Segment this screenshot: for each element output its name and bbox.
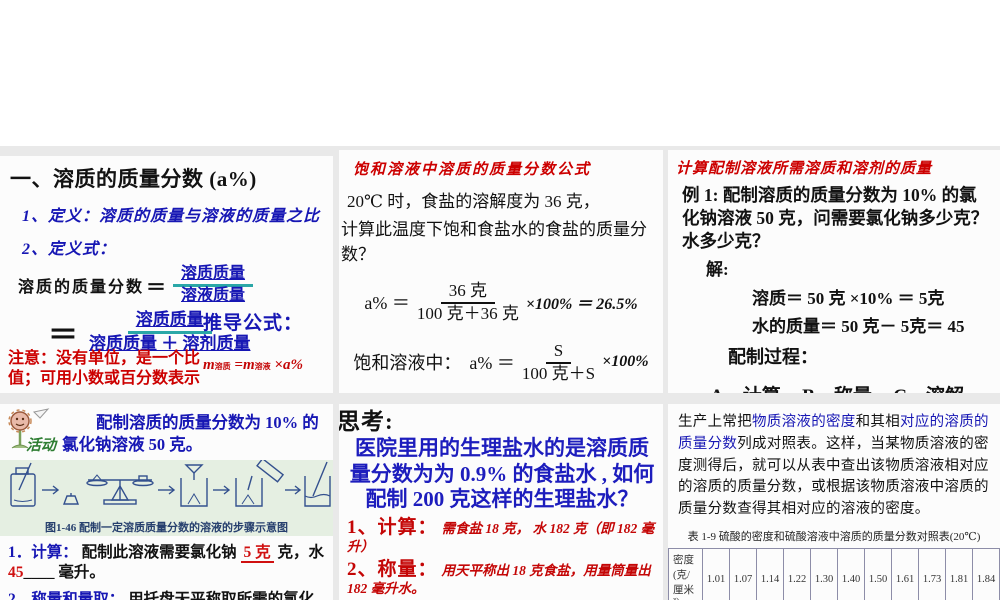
fraction-numerator: S (545, 341, 572, 364)
table-cell: 1.30 (810, 547, 838, 600)
slide-sorter-page: 一、溶质的质量分数 (a%) 1、定义：溶质的质量与溶液的质量之比 2、定义式：… (0, 0, 1000, 600)
equals-sign: ＝ (146, 276, 167, 299)
fraction-s-over-100-plus-s: S 100 克＋S (522, 341, 595, 383)
subscript-solution: 溶液 (254, 362, 271, 371)
think-steps: 1、计算： 需食盐 18 克， 水 182 克（即 182 毫升） 2、称量： … (347, 517, 661, 600)
activity-badge-label: 活动 (26, 438, 57, 454)
table-cell: 1.14 (756, 547, 784, 600)
fraction-numerator: 溶质质量 (173, 265, 254, 288)
formula-prefix: 饱和溶液中： (353, 353, 462, 374)
equals-sign: ＝ (48, 318, 78, 352)
step-dissolve: C、溶解 (893, 381, 964, 393)
problem-line-2: 计算此温度下饱和食盐水的食盐的质量分数？ (341, 220, 647, 264)
formula-rhs: ×100% ＝ 26.5% (525, 296, 638, 314)
m-symbol: m (242, 357, 255, 373)
solve-label: 解: (706, 260, 729, 280)
slide-saturated-formula[interactable]: 饱和溶液中溶质的质量分数公式 20℃ 时，食盐的溶解度为 36 克， 计算此温度… (339, 150, 663, 393)
table-cell: 1.22 (783, 547, 811, 600)
fraction-numerator: 溶质质量 (127, 310, 212, 334)
equals-sign: = (234, 357, 243, 373)
think-header: 思考: (339, 409, 394, 434)
fraction-denominator: 溶液质量 (181, 287, 246, 305)
think-step-2: 2、称量： 用天平称出 18 克食盐，用量筒量出 182 毫升水。 (347, 559, 661, 598)
worked-formula: a% ＝ 36 克 100 克＋36 克 ×100% ＝ 26.5% (339, 281, 663, 323)
table-cell: 1.40 (837, 547, 865, 600)
definition-formula-line: 2、定义式： (22, 241, 117, 258)
paragraph-text: 生产上常把 (678, 414, 752, 430)
slide-activity[interactable]: 活动 配制溶质的质量分数为 10% 的氯化钠溶液 50 克。 图1-46 配制一… (0, 404, 333, 600)
derive-label: 推导公式： (203, 313, 304, 334)
fraction-solute-solution: 溶质质量 溶液质量 (173, 265, 254, 306)
slide2-title: 饱和溶液中溶质的质量分数公式 (353, 162, 592, 178)
calc-solute: 溶质＝ 50 克 ×10% ＝ 5克 (752, 289, 945, 309)
formula-lhs: a% ＝ (364, 293, 410, 314)
step-label: 1、计算： (347, 516, 438, 538)
derived-formula: m溶质 =m溶液 ×a% (203, 357, 325, 374)
table-caption: 表 1-9 硫酸的密度和硫酸溶液中溶质的质量分数对照表(20℃) (687, 530, 981, 543)
diagram-drawing (10, 459, 331, 507)
times-a-percent: ×a% (274, 357, 303, 373)
example-problem: 例 1: 配制溶质的质量分数为 10% 的氯化钠溶液 50 克，问需要氯化钠多少… (682, 185, 989, 251)
slide-definition[interactable]: 一、溶质的质量分数 (a%) 1、定义：溶质的质量与溶液的质量之比 2、定义式：… (0, 156, 333, 393)
density-fraction-table: 密度(克/厘米³) 1.011.071.141.221.301.401.501.… (668, 547, 1000, 600)
think-step-1: 1、计算： 需食盐 18 克， 水 182 克（即 182 毫升） (347, 517, 661, 556)
table-cell: 1.61 (891, 547, 919, 600)
step1-text: 克，水 (277, 543, 325, 561)
table-cell: 1.73 (918, 547, 946, 600)
figure-caption: 图1-46 配制一定溶质质量分数的溶液的步骤示意图 (45, 521, 288, 534)
formula-rhs: ×100% (602, 353, 649, 371)
formula-label: 溶质的质量分数 (18, 279, 145, 297)
preparation-steps-diagram: 图1-46 配制一定溶质质量分数的溶液的步骤示意图 (0, 459, 333, 536)
activity-header: 活动 配制溶质的质量分数为 10% 的氯化钠溶液 50 克。 (0, 408, 333, 457)
note-text: 注意：没有单位，是一个比值；可用小数或百分数表示 (8, 350, 201, 387)
activity-title: 配制溶质的质量分数为 10% 的氯化钠溶液 50 克。 (62, 413, 319, 455)
slide-example-calculation[interactable]: 计算配制溶液所需溶质和溶剂的质量 例 1: 配制溶质的质量分数为 10% 的氯化… (668, 150, 1000, 393)
fraction-numerator: 36 克 (440, 281, 495, 304)
row-header-density: 密度(克/厘米³) (668, 547, 703, 600)
formula-lhs: a% ＝ (469, 353, 515, 374)
fraction-denominator: 100 克＋S (521, 363, 596, 383)
table-cell: 1.50 (864, 547, 892, 600)
subscript-solute: 溶质 (214, 362, 231, 371)
slide-think[interactable]: 思考: 医院里用的生理盐水的是溶质质量分数为为 0.9% 的食盐水 , 如何配制… (339, 404, 663, 600)
step1-label: 1．计算： (8, 543, 78, 561)
problem-line-1: 20℃ 时，食盐的溶解度为 36 克， (347, 192, 600, 211)
blank-line: ____ (23, 563, 55, 581)
highlight-density: 物质溶液的密度 (752, 414, 856, 430)
step2-label: 2．称量和量取： (8, 590, 125, 600)
step1-answer-salt: 5 克 (240, 543, 274, 563)
derived-formula-block: 推导公式： m溶质 =m溶液 ×a% (203, 308, 325, 374)
table-cell: 1.84 (972, 547, 1000, 600)
think-question: 医院里用的生理盐水的是溶质质量分数为为 0.9% 的食盐水 , 如何配制 200… (349, 436, 655, 512)
table-intro-paragraph: 生产上常把物质溶液的密度和其相对应的溶质的质量分数列成对照表。这样，当某物质溶液… (678, 412, 994, 521)
process-label: 配制过程： (728, 347, 818, 368)
formula-row-1: 溶质的质量分数 ＝ 溶质质量 溶液质量 (18, 265, 333, 306)
step1-answer-water: 45 (8, 563, 24, 581)
slide1-title: 一、溶质的质量分数 (a%) (10, 167, 257, 191)
activity-step-2: 2．称量和量取： 用托盘天平称取所需的氯化钠，放入烧杯中。用量筒量取所需的水。 (8, 590, 327, 600)
calc-water: 水的质量＝ 50 克－ 5克＝ 45 (752, 317, 965, 337)
table-row-density: 密度(克/厘米³) 1.011.071.141.221.301.401.501.… (668, 547, 1000, 600)
table-cell: 1.07 (729, 547, 757, 600)
slide-density-table[interactable]: 生产上常把物质溶液的密度和其相对应的溶质的质量分数列成对照表。这样，当某物质溶液… (668, 404, 1000, 600)
paragraph-text: 和其相 (855, 414, 901, 430)
step-calculate: A、计算 (710, 381, 781, 393)
step-label: 2、称量： (347, 559, 438, 580)
fraction-36-over-136: 36 克 100 克＋36 克 (417, 281, 519, 323)
general-formula: 饱和溶液中： a% ＝ S 100 克＋S ×100% (339, 341, 663, 383)
activity-step-1: 1．计算： 配制此溶液需要氯化钠 5 克 克，水 45____ 毫升。 (8, 543, 327, 583)
process-steps: A、计算 B、称量 C、溶解 (710, 381, 964, 393)
step-weigh: B、称量 (802, 381, 872, 393)
step1-text: 配制此溶液需要氯化钠 (81, 543, 237, 561)
table-cell: 1.81 (945, 547, 973, 600)
step1-text: 毫升。 (58, 563, 105, 581)
definition-line: 1、定义：溶质的质量与溶液的质量之比 (22, 208, 321, 225)
table-cell: 1.01 (702, 547, 730, 600)
slide3-title: 计算配制溶液所需溶质和溶剂的质量 (676, 161, 933, 177)
fraction-denominator: 100 克＋36 克 (416, 303, 519, 323)
activity-badge-icon: 活动 (0, 408, 62, 454)
